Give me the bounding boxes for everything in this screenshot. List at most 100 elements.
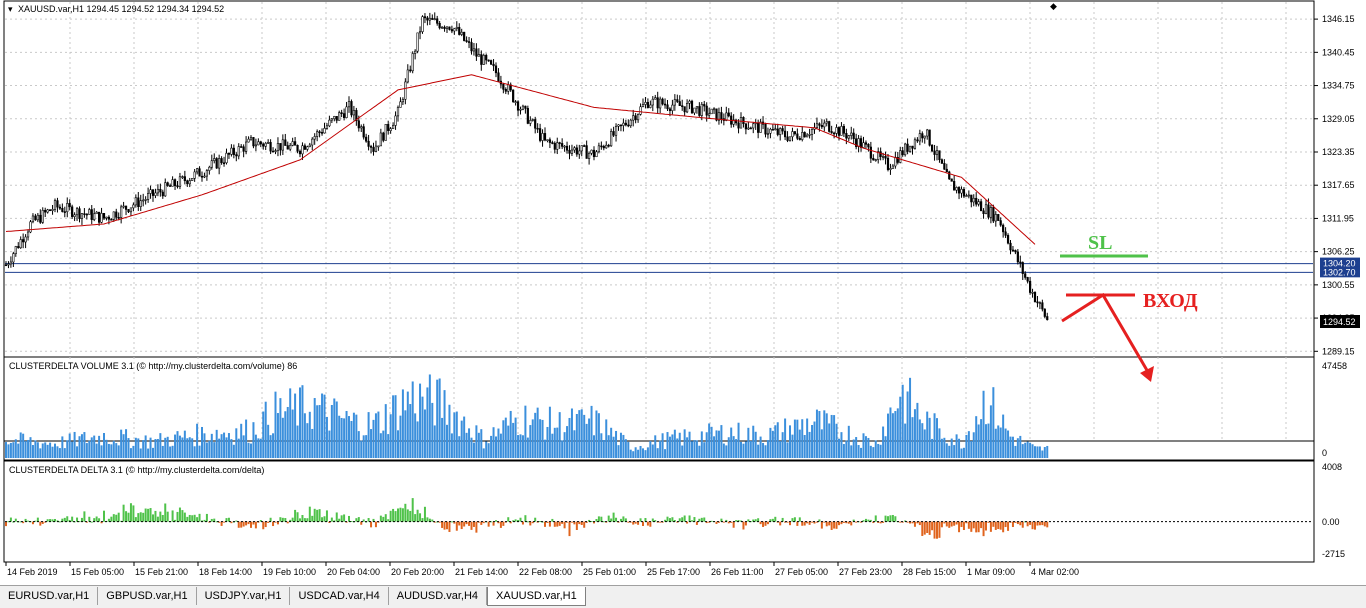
- candle-body: [149, 189, 152, 194]
- volume-bar: [112, 440, 115, 458]
- price-tick-label: 1329.05: [1322, 114, 1355, 124]
- delta-bar: [838, 521, 840, 526]
- candle-body: [992, 207, 995, 222]
- tab-usdjpy[interactable]: USDJPY.var,H1: [197, 587, 291, 605]
- volume-bar: [573, 430, 576, 458]
- volume-bar: [847, 425, 850, 458]
- delta-bar: [793, 517, 796, 522]
- delta-bar: [563, 521, 566, 529]
- candle-body: [703, 104, 706, 107]
- candle-body: [453, 28, 456, 32]
- volume-bar: [894, 411, 897, 458]
- volume-bar: [210, 433, 213, 458]
- tab-xauusd[interactable]: XAUUSD.var,H1: [487, 587, 586, 606]
- candle-body: [832, 132, 836, 135]
- delta-panel[interactable]: [3, 460, 1315, 563]
- time-tick-label: 20 Feb 04:00: [327, 567, 380, 577]
- volume-bar: [328, 430, 331, 458]
- candle-body: [610, 131, 613, 147]
- volume-bar: [247, 442, 250, 458]
- delta-bar: [492, 521, 495, 526]
- volume-bar: [632, 451, 635, 458]
- delta-bar: [132, 505, 135, 522]
- volume-panel[interactable]: [3, 356, 1315, 461]
- delta-bar: [894, 516, 897, 522]
- volume-bar: [433, 425, 436, 458]
- volume-bar: [257, 438, 260, 458]
- volume-bar: [438, 378, 441, 458]
- delta-bar: [103, 510, 105, 522]
- candle-body: [1043, 308, 1046, 317]
- candle-body: [561, 143, 564, 147]
- tab-usdcad[interactable]: USDCAD.var,H4: [290, 587, 389, 605]
- delta-bar: [700, 517, 703, 522]
- volume-bar: [482, 448, 485, 458]
- candle-body: [534, 119, 537, 129]
- candle-body: [66, 203, 69, 213]
- delta-bar: [9, 517, 12, 522]
- candle-body: [338, 112, 341, 121]
- candle-body: [654, 97, 657, 100]
- candle-body: [475, 48, 478, 57]
- candle-body: [602, 146, 605, 149]
- candle-body: [578, 150, 581, 155]
- volume-bar: [299, 387, 301, 458]
- candle-body: [12, 253, 15, 263]
- candle-body: [313, 136, 316, 140]
- delta-bar: [387, 519, 390, 522]
- entry-label: ВХОД: [1143, 290, 1198, 312]
- delta-bar: [76, 517, 79, 522]
- candle-body: [808, 134, 811, 136]
- volume-bar: [982, 390, 985, 458]
- volume-bar: [1031, 444, 1034, 458]
- tab-eurusd[interactable]: EURUSD.var,H1: [0, 587, 99, 605]
- delta-bar: [468, 521, 471, 526]
- delta-bar: [370, 521, 373, 528]
- candle-body: [161, 191, 164, 197]
- volume-bar: [105, 439, 108, 458]
- delta-bar: [918, 521, 921, 526]
- volume-bar: [147, 448, 150, 458]
- candle-body: [29, 221, 32, 233]
- tab-gbpusd[interactable]: GBPUSD.var,H1: [98, 587, 197, 605]
- delta-bar: [250, 521, 252, 528]
- volume-bar: [938, 428, 941, 458]
- volume-bar: [125, 429, 128, 458]
- volume-bar: [164, 437, 167, 458]
- chevron-down-icon[interactable]: ▾: [8, 4, 13, 14]
- volume-bar: [495, 436, 497, 458]
- candle-body: [225, 152, 228, 164]
- candle-body: [61, 207, 64, 212]
- candle-body: [700, 104, 703, 116]
- volume-panel-title: CLUSTERDELTA VOLUME 3.1 (© http://my.clu…: [9, 361, 297, 371]
- delta-bar: [830, 521, 833, 530]
- delta-bar: [401, 508, 404, 522]
- candle-body: [445, 26, 449, 29]
- delta-bar: [134, 517, 137, 522]
- delta-bar: [443, 521, 446, 530]
- candle-body: [859, 138, 863, 148]
- volume-bar: [605, 419, 608, 458]
- volume-bar: [360, 440, 363, 458]
- candle-body: [989, 207, 992, 218]
- candle-body: [823, 122, 826, 128]
- volume-bar: [940, 438, 943, 458]
- delta-bar: [1011, 521, 1014, 527]
- delta-bar: [98, 518, 101, 522]
- candle-body: [325, 125, 329, 129]
- candle-body: [328, 119, 331, 127]
- chart-area[interactable]: ▾ XAUUSD.var,H1 1294.45 1294.52 1294.34 …: [0, 0, 1366, 607]
- candle-body: [945, 168, 948, 173]
- candle-body: [296, 144, 299, 152]
- candle-body: [431, 17, 434, 20]
- tab-audusd[interactable]: AUDUSD.var,H4: [389, 587, 488, 605]
- delta-bar: [997, 521, 1000, 530]
- volume-bar: [107, 443, 110, 458]
- volume-bar: [524, 405, 527, 458]
- candle-body: [1006, 235, 1010, 244]
- delta-bar: [301, 515, 304, 522]
- candle-body: [867, 144, 870, 148]
- candle-body: [372, 147, 375, 152]
- delta-bar: [171, 510, 174, 522]
- volume-bar: [725, 445, 728, 458]
